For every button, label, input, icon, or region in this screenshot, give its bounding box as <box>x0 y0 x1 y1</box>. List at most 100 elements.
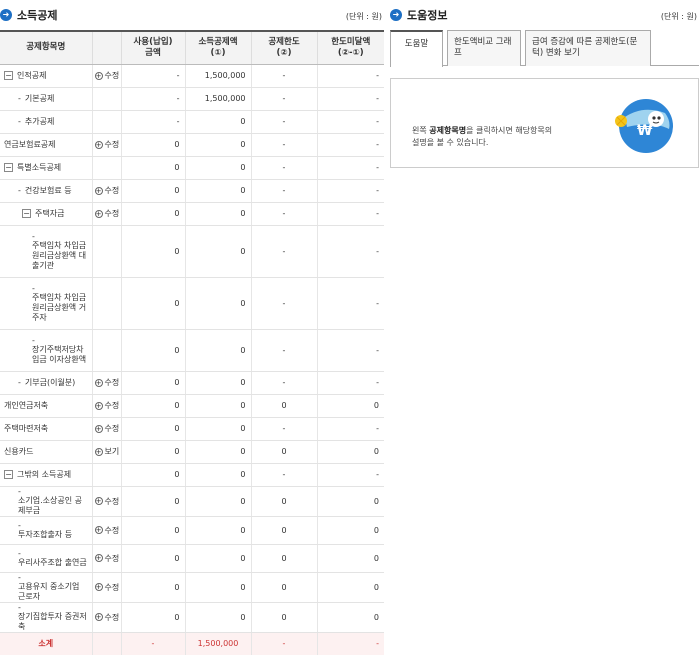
item-name-cell[interactable]: -고용유지 중소기업 근로자 <box>0 572 92 603</box>
action-cell[interactable]: + 수정 <box>91 371 121 395</box>
tab-help[interactable]: 도움말 <box>390 30 443 67</box>
deduct-cell: 0 <box>184 277 251 330</box>
action-cell[interactable]: + 수정 <box>91 544 121 573</box>
edit-button[interactable]: 수정 <box>105 186 120 195</box>
item-name-cell[interactable]: − 인적공제 <box>0 64 92 88</box>
amount-cell: 0 <box>120 156 185 180</box>
action-cell[interactable]: + 수정 <box>91 572 121 603</box>
item-name: 주택임차 차입금 원리금상환액 거주자 <box>32 292 87 322</box>
action-cell[interactable]: + 수정 <box>91 133 121 157</box>
item-name-cell[interactable]: -주택임차 차입금 원리금상환액 거주자 <box>0 277 92 330</box>
item-name-cell[interactable]: 개인연금저축 <box>0 394 92 418</box>
amount-cell: 0 <box>120 277 185 330</box>
item-name-cell[interactable]: - 기부금(이월분) <box>0 371 92 395</box>
amount-cell: 0 <box>120 572 185 603</box>
header-item-name: 공제항목명 <box>0 30 92 65</box>
action-cell[interactable]: + 수정 <box>91 417 121 441</box>
edit-button[interactable]: 수정 <box>105 71 120 80</box>
action-cell[interactable]: + 수정 <box>91 202 121 226</box>
deduct-cell: 0 <box>184 394 251 418</box>
item-name-cell[interactable]: 주택마련저축 <box>0 417 92 441</box>
short-cell: - <box>316 202 384 226</box>
action-cell <box>91 463 121 487</box>
amount-cell: 0 <box>120 225 185 278</box>
deduct-cell: 0 <box>184 225 251 278</box>
edit-button[interactable]: 수정 <box>105 209 120 218</box>
item-name-cell[interactable]: -장기주택저당차입금 이자상환액 <box>0 329 92 372</box>
short-cell: - <box>316 64 384 88</box>
item-name-cell[interactable]: -우리사주조합 출연금 <box>0 544 92 573</box>
item-name-cell[interactable]: 신용카드 <box>0 440 92 464</box>
action-cell[interactable]: + 수정 <box>91 64 121 88</box>
dash-icon: - <box>18 94 21 103</box>
item-name-cell[interactable]: − 특별소득공제 <box>0 156 92 180</box>
table-row: − 인적공제 + 수정 -1,500,000- - <box>0 64 384 88</box>
amount-cell: 0 <box>120 394 185 418</box>
edit-button[interactable]: 수정 <box>105 583 120 592</box>
plus-icon: + <box>94 583 103 591</box>
amount-cell: 0 <box>120 602 185 633</box>
edit-button[interactable]: 수정 <box>105 140 120 149</box>
action-cell[interactable]: + 수정 <box>91 179 121 203</box>
item-name: 개인연금저축 <box>4 401 49 410</box>
collapse-icon[interactable]: − <box>4 470 13 479</box>
collapse-icon[interactable]: − <box>4 163 13 172</box>
table-row: 주택마련저축 + 수정 0 0- - <box>0 417 384 441</box>
action-cell[interactable]: + 수정 <box>91 602 121 633</box>
item-name: 연금보험료공제 <box>4 140 56 149</box>
limit-cell: 0 <box>250 544 317 573</box>
deduct-cell: 0 <box>184 417 251 441</box>
subtotal-row: 소계 -1,500,000- - <box>0 632 384 655</box>
item-name: 투자조합출자 등 <box>18 529 73 539</box>
edit-button[interactable]: 수정 <box>105 378 120 387</box>
item-name-cell[interactable]: - 추가공제 <box>0 110 92 134</box>
edit-button[interactable]: 수정 <box>105 401 120 410</box>
collapse-icon[interactable]: − <box>4 71 13 80</box>
plus-icon: + <box>94 613 103 621</box>
edit-button[interactable]: 수정 <box>105 424 120 433</box>
limit-cell: - <box>250 133 317 157</box>
edit-button[interactable]: 수정 <box>105 554 120 563</box>
item-name: 주택자금 <box>35 209 65 218</box>
action-cell[interactable]: + 수정 <box>91 486 121 517</box>
help-info-panel: ➜ 도움정보 (단위 : 원) 도움말 한도액비교 그래프 급여 증감에 따른 … <box>390 0 699 168</box>
edit-button[interactable]: 수정 <box>105 613 120 622</box>
item-name-cell[interactable]: - 기본공제 <box>0 87 92 111</box>
short-cell: 0 <box>316 572 384 603</box>
item-name: 추가공제 <box>24 117 55 126</box>
edit-button[interactable]: 수정 <box>105 526 120 535</box>
short-cell: - <box>316 277 384 330</box>
table-row: 신용카드 + 보기 0 0 0 0 <box>0 440 384 464</box>
short-cell: 0 <box>316 602 384 633</box>
help-info-title: 도움정보 <box>407 9 448 22</box>
view-button[interactable]: 보기 <box>105 447 120 456</box>
amount-cell: 0 <box>120 440 185 464</box>
item-name-cell[interactable]: -소기업.소상공인 공제부금 <box>0 486 92 517</box>
limit-cell: - <box>250 417 317 441</box>
short-cell: 0 <box>316 394 384 418</box>
short-cell: - <box>316 417 384 441</box>
action-cell <box>91 110 121 134</box>
item-name-cell[interactable]: -장기집합투자 증권저축 <box>0 602 92 633</box>
action-cell[interactable]: + 보기 <box>91 440 121 464</box>
short-cell: - <box>316 179 384 203</box>
table-row: − 그밖의 소득공제 0 0- - <box>0 463 384 487</box>
item-name-cell[interactable]: -주택임차 차입금 원리금상환액 대출기관 <box>0 225 92 278</box>
tab-limit-graph[interactable]: 한도액비교 그래프 <box>447 30 521 66</box>
collapse-icon[interactable]: − <box>22 209 31 218</box>
tab-salary-threshold[interactable]: 급여 증감에 따른 공제한도(문턱) 변화 보기 <box>525 30 651 66</box>
item-name-cell[interactable]: -투자조합출자 등 <box>0 516 92 545</box>
action-cell[interactable]: + 수정 <box>91 394 121 418</box>
edit-button[interactable]: 수정 <box>105 497 120 506</box>
item-name-cell[interactable]: − 주택자금 <box>0 202 92 226</box>
action-cell <box>91 156 121 180</box>
table-row: - 기부금(이월분) + 수정 0 0- - <box>0 371 384 395</box>
item-name-cell[interactable]: − 그밖의 소득공제 <box>0 463 92 487</box>
item-name-cell[interactable]: 연금보험료공제 <box>0 133 92 157</box>
limit-cell: 0 <box>250 602 317 633</box>
action-cell[interactable]: + 수정 <box>91 516 121 545</box>
income-deduction-header: ➜ 소득공제 (단위 : 원) <box>0 0 384 30</box>
item-name-cell[interactable]: - 건강보험료 등 <box>0 179 92 203</box>
dash-icon: - <box>18 378 21 387</box>
amount-cell: - <box>120 87 185 111</box>
